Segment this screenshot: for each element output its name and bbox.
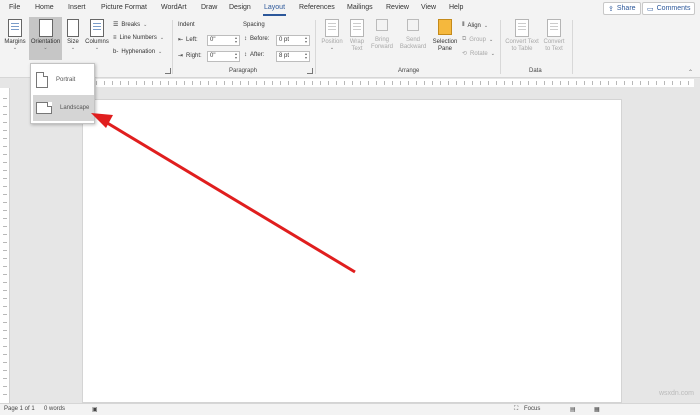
- status-bar: Page 1 of 1 0 words ▣ ⛶ Focus ▤ ▦: [0, 403, 700, 415]
- watermark-text: wsxdn.com: [658, 390, 694, 397]
- word-count[interactable]: 0 words: [44, 406, 65, 412]
- focus-icon[interactable]: ⛶: [514, 406, 518, 413]
- focus-button[interactable]: Focus: [524, 406, 540, 412]
- arrow-line: [103, 119, 356, 274]
- print-layout-icon[interactable]: ▦: [594, 406, 600, 413]
- read-mode-icon[interactable]: ▤: [570, 406, 576, 413]
- annotation-arrow: [91, 113, 356, 274]
- proofing-icon[interactable]: ▣: [92, 406, 98, 413]
- page-count[interactable]: Page 1 of 1: [4, 406, 35, 412]
